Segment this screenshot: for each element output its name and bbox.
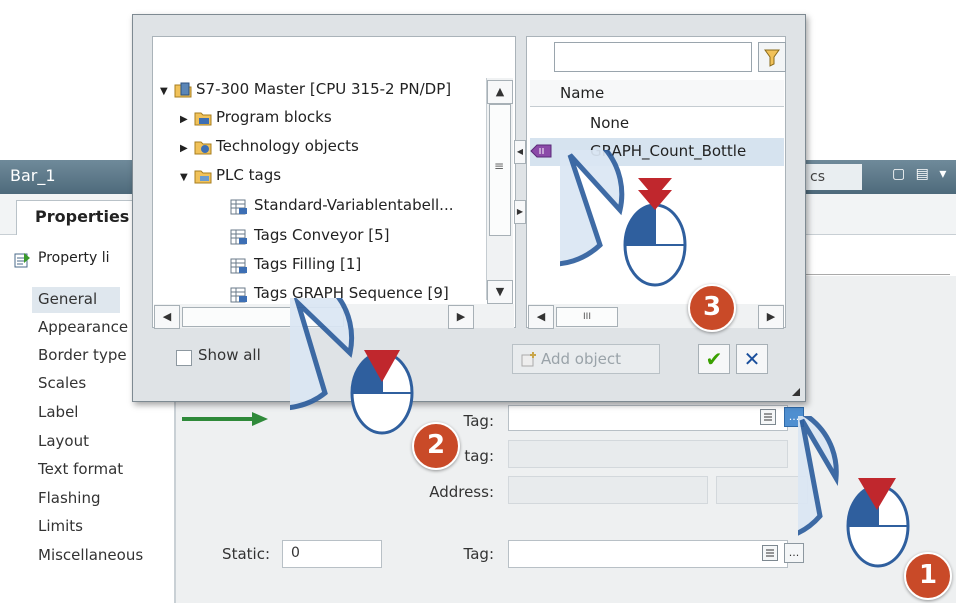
filter-input[interactable]: [554, 42, 752, 72]
static-value: 0: [291, 545, 300, 561]
tree-item-plc-tags[interactable]: PLC tags: [216, 166, 281, 184]
callout-number-3: 3: [688, 284, 736, 332]
add-object-button[interactable]: Add object: [512, 344, 660, 374]
tag-table-icon: [230, 258, 247, 274]
technology-objects-icon: [194, 141, 212, 155]
tag-input[interactable]: [508, 405, 788, 431]
scroll-left-icon[interactable]: ◀: [154, 305, 180, 329]
tab-partial[interactable]: cs: [800, 164, 862, 190]
static-label: Static:: [222, 545, 270, 563]
window-controls-icon[interactable]: ▢ ▤ ▾: [892, 166, 949, 182]
property-list-icon[interactable]: [14, 252, 32, 268]
show-all-label[interactable]: Show all: [198, 346, 261, 364]
list-item-none[interactable]: None: [590, 114, 629, 132]
show-all-checkbox[interactable]: [176, 350, 192, 366]
splitter-right-icon[interactable]: ▶: [514, 200, 526, 224]
nav-item-miscellaneous[interactable]: Miscellaneous: [38, 546, 143, 564]
divider: [800, 274, 950, 275]
nav-item-limits[interactable]: Limits: [38, 517, 83, 535]
ok-button[interactable]: ✔: [698, 344, 730, 374]
address-input: [508, 476, 708, 504]
tag-table-icon: [230, 287, 247, 303]
cancel-button[interactable]: ✕: [736, 344, 768, 374]
folder-icon: [194, 170, 212, 184]
splitter-left-icon[interactable]: ◀: [514, 140, 526, 164]
arrow-right-icon: [182, 412, 268, 426]
expand-arrow-icon[interactable]: ▼: [160, 86, 168, 97]
nav-item-layout[interactable]: Layout: [38, 432, 89, 450]
tag-table-icon: [230, 229, 247, 245]
add-object-label: Add object: [541, 350, 622, 368]
tree-item-technology-objects[interactable]: Technology objects: [216, 137, 359, 155]
tree-item-standard-table[interactable]: Standard-Variablentabell...: [254, 196, 453, 214]
callout-number-2: 2: [412, 422, 460, 470]
nav-item-text-format[interactable]: Text format: [38, 460, 123, 478]
program-blocks-icon: [194, 112, 212, 126]
tag3-browse-icon[interactable]: [762, 545, 778, 561]
object-title: Bar_1: [10, 166, 56, 185]
nav-item-general[interactable]: General: [38, 290, 97, 308]
tree-item-tags-conveyor[interactable]: Tags Conveyor [5]: [254, 226, 389, 244]
tree-item-tags-filling[interactable]: Tags Filling [1]: [254, 255, 361, 273]
nav-item-scales[interactable]: Scales: [38, 374, 86, 392]
expand-arrow-icon[interactable]: ▼: [180, 172, 188, 183]
static-input[interactable]: 0: [282, 540, 382, 568]
address-input-2: [716, 476, 808, 504]
scroll-left-icon[interactable]: ◀: [528, 305, 554, 329]
property-list-label[interactable]: Property li: [38, 250, 109, 266]
scroll-down-icon[interactable]: ▼: [487, 280, 513, 304]
cpu-icon: [174, 82, 192, 98]
scroll-up-icon[interactable]: ▲: [487, 80, 513, 104]
tag3-input[interactable]: [508, 540, 788, 568]
callout-number-1: 1: [904, 552, 952, 600]
column-header-name[interactable]: Name: [560, 84, 604, 102]
resize-grip-icon[interactable]: [792, 388, 800, 396]
tag2-input: [508, 440, 788, 468]
tag-browse-icon[interactable]: [760, 409, 776, 425]
scroll-right-icon[interactable]: ▶: [758, 305, 784, 329]
nav-item-label[interactable]: Label: [38, 403, 78, 421]
add-object-icon: [521, 352, 536, 367]
nav-item-appearance[interactable]: Appearance: [38, 318, 128, 336]
address-label: Address:: [429, 483, 494, 501]
collapse-arrow-icon[interactable]: ▶: [180, 143, 188, 154]
nav-item-border-type[interactable]: Border type: [38, 346, 127, 364]
tree-scroll-thumb[interactable]: ≡: [489, 104, 511, 236]
tag3-label: Tag:: [463, 545, 494, 563]
tag-table-icon: [230, 199, 247, 215]
tag-icon: [530, 144, 552, 158]
nav-item-flashing[interactable]: Flashing: [38, 489, 101, 507]
tree-item-cpu[interactable]: S7-300 Master [CPU 315-2 PN/DP]: [196, 80, 451, 98]
collapse-arrow-icon[interactable]: ▶: [180, 114, 188, 125]
tree-item-program-blocks[interactable]: Program blocks: [216, 108, 332, 126]
filter-icon[interactable]: [758, 42, 786, 72]
